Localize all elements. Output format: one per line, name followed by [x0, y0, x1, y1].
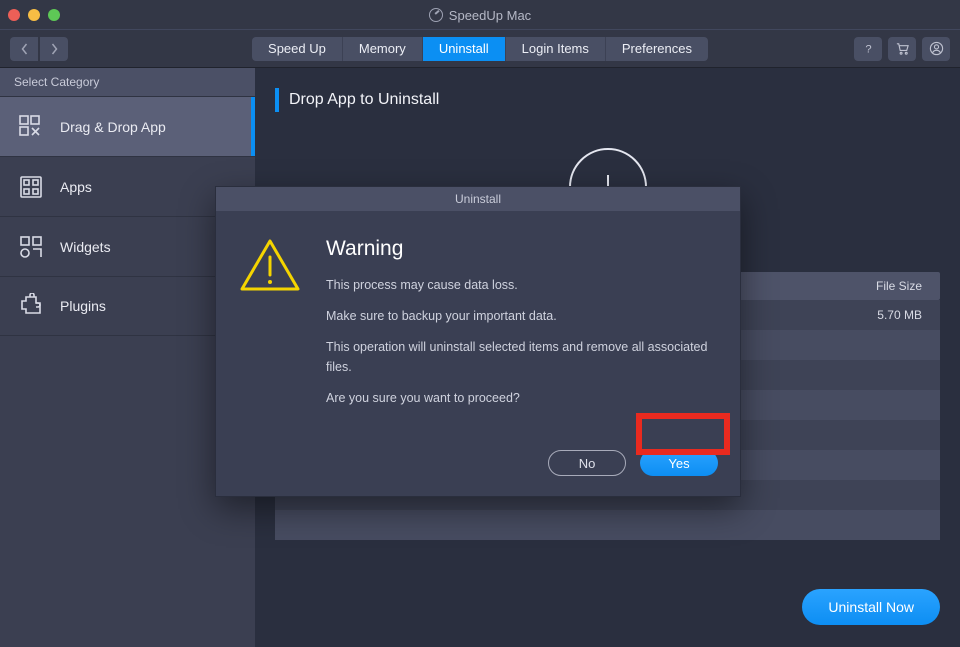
minimize-window-button[interactable]: [28, 9, 40, 21]
sidebar-header-label: Select Category: [14, 75, 99, 89]
tab-speed-up[interactable]: Speed Up: [252, 37, 342, 61]
tab-login-items[interactable]: Login Items: [505, 37, 605, 61]
sidebar-header: Select Category: [0, 68, 255, 96]
tab-memory[interactable]: Memory: [342, 37, 422, 61]
tab-label: Uninstall: [439, 41, 489, 56]
dialog-text-line: Make sure to backup your important data.: [326, 307, 712, 326]
account-button[interactable]: [922, 37, 950, 61]
titlebar: SpeedUp Mac: [0, 0, 960, 30]
drag-drop-icon: [18, 114, 44, 140]
bottom-bar: Uninstall Now: [275, 581, 940, 633]
apps-icon: [18, 174, 44, 200]
sidebar-item-drag-drop[interactable]: Drag & Drop App: [0, 96, 255, 156]
yes-button-label: Yes: [668, 456, 689, 471]
no-button-label: No: [579, 456, 596, 471]
dialog-text-line: This process may cause data loss.: [326, 276, 712, 295]
sidebar-item-label: Apps: [60, 179, 92, 195]
main-header: Drop App to Uninstall: [275, 88, 940, 112]
close-window-button[interactable]: [8, 9, 20, 21]
tab-preferences[interactable]: Preferences: [605, 37, 708, 61]
cell-file-size: 5.70 MB: [877, 308, 940, 322]
help-button[interactable]: ?: [854, 37, 882, 61]
sidebar-item-label: Plugins: [60, 298, 106, 314]
warning-dialog: Uninstall Warning This process may cause…: [215, 186, 741, 497]
uninstall-now-button[interactable]: Uninstall Now: [802, 589, 940, 625]
tab-uninstall[interactable]: Uninstall: [422, 37, 505, 61]
cart-button[interactable]: [888, 37, 916, 61]
yes-button[interactable]: Yes: [640, 450, 718, 476]
window-title: SpeedUp Mac: [449, 8, 531, 23]
window-controls: [8, 9, 60, 21]
plugins-icon: [18, 293, 44, 319]
svg-text:?: ?: [865, 43, 871, 55]
uninstall-now-label: Uninstall Now: [828, 599, 914, 615]
dialog-title-bar: Uninstall: [216, 187, 740, 211]
dialog-text-line: Are you sure you want to proceed?: [326, 389, 712, 408]
no-button[interactable]: No: [548, 450, 626, 476]
tab-label: Preferences: [622, 41, 692, 56]
main-title: Drop App to Uninstall: [289, 91, 439, 109]
dialog-title-label: Uninstall: [455, 192, 501, 206]
tab-label: Memory: [359, 41, 406, 56]
sidebar-item-label: Widgets: [60, 239, 111, 255]
tab-label: Speed Up: [268, 41, 326, 56]
table-row[interactable]: [275, 510, 940, 540]
warning-icon: [238, 237, 302, 293]
column-file-size: File Size: [876, 279, 940, 293]
dialog-text-line: This operation will uninstall selected i…: [326, 338, 712, 377]
maximize-window-button[interactable]: [48, 9, 60, 21]
dialog-heading: Warning: [326, 233, 712, 266]
toolbar: Speed Up Memory Uninstall Login Items Pr…: [0, 30, 960, 68]
app-icon: [429, 8, 443, 22]
widgets-icon: [18, 234, 44, 260]
sidebar-item-label: Drag & Drop App: [60, 119, 166, 135]
tab-label: Login Items: [522, 41, 589, 56]
